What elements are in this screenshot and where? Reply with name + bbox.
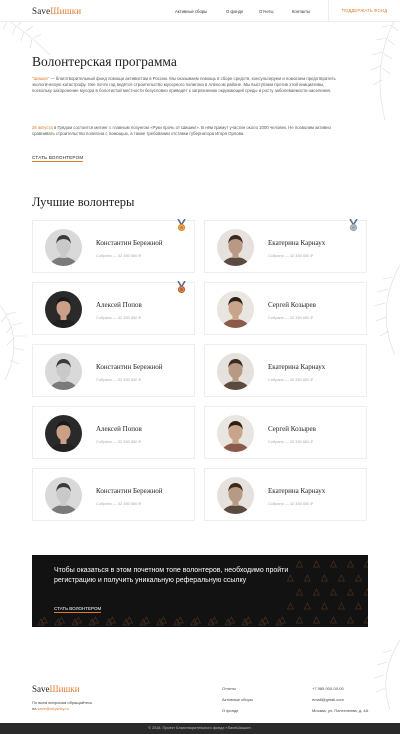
volunteer-name: Константин Бережной bbox=[96, 363, 163, 371]
fir-branch-decoration bbox=[370, 10, 400, 120]
nav-reports[interactable]: Отчеты bbox=[259, 9, 273, 14]
page-title: Волонтерская программа bbox=[32, 54, 177, 69]
volunteer-name: Сергей Козырев bbox=[268, 301, 316, 309]
footer-logo[interactable]: SaveШишки bbox=[32, 684, 80, 694]
volunteer-raised: Собрано — 32 350 650 ₽ bbox=[268, 439, 313, 444]
support-fund-button[interactable]: ПОДДЕРЖАТЬ ФОНД bbox=[328, 0, 400, 22]
brand-mention: "Шишки" bbox=[32, 76, 50, 81]
intro-paragraph-1: "Шишки" — благотворительный фонд помощи … bbox=[32, 76, 342, 95]
footer-logo-save: Save bbox=[32, 684, 50, 694]
footer-link-about[interactable]: О фонде bbox=[222, 708, 239, 713]
banner-text: Чтобы оказаться в этом почетном топе вол… bbox=[54, 567, 289, 584]
footer-address: Москва, ул. Пантелеева, д. 4А bbox=[312, 708, 369, 713]
volunteer-name: Екатерина Карнаух bbox=[268, 487, 326, 495]
volunteer-name: Екатерина Карнаух bbox=[268, 239, 326, 247]
volunteer-card[interactable]: Сергей Козырев Собрано — 32 350 650 ₽ bbox=[204, 406, 367, 459]
nav-active-fundraisers[interactable]: Активные сборы bbox=[175, 9, 207, 14]
footer-link-active-fundraisers[interactable]: Активные сборы bbox=[222, 697, 253, 702]
footer-logo-shishki: Шишки bbox=[49, 684, 80, 694]
volunteer-avatar bbox=[217, 353, 254, 390]
volunteers-title: Лучшие волонтеры bbox=[32, 195, 135, 209]
footer-questions: По всем вопросам обращайтесь bbox=[32, 700, 93, 705]
volunteer-card[interactable]: Екатерина Карнаух Собрано — 32 350 650 ₽ bbox=[204, 344, 367, 397]
volunteer-raised: Собрано — 32 350 650 ₽ bbox=[268, 315, 313, 320]
volunteer-raised: Собрано — 32 350 650 ₽ bbox=[268, 377, 313, 382]
logo-part-shishki: Шишки bbox=[50, 6, 82, 16]
fir-branch-decoration bbox=[373, 640, 400, 710]
footer-phone[interactable]: +7 985 000-00-00 bbox=[312, 686, 344, 691]
volunteer-card[interactable]: Екатерина Карнаух Собрано — 32 350 650 ₽ bbox=[204, 468, 367, 521]
volunteer-avatar bbox=[217, 415, 254, 452]
volunteer-card[interactable]: Константин Бережной Собрано — 32 350 650 … bbox=[32, 344, 195, 397]
volunteer-avatar bbox=[217, 229, 254, 266]
intro-text-1: — благотворительный фонд помощи активист… bbox=[32, 76, 336, 94]
volunteer-raised: Собрано — 32 350 650 ₽ bbox=[96, 439, 141, 444]
volunteer-name: Алексей Попов bbox=[96, 425, 142, 433]
volunteer-avatar bbox=[217, 291, 254, 328]
volunteer-avatar bbox=[45, 229, 82, 266]
volunteer-raised: Собрано — 32 350 650 ₽ bbox=[268, 253, 313, 258]
event-date: 26 августа bbox=[32, 125, 53, 130]
volunteer-card[interactable]: Константин Бережной Собрано — 32 350 650 … bbox=[32, 219, 195, 273]
volunteer-avatar bbox=[45, 291, 82, 328]
intro-paragraph-2: 26 августа в Грядом состоится митинг с г… bbox=[32, 125, 342, 137]
volunteer-card[interactable]: Сергей Козырев Собрано — 32 350 650 ₽ bbox=[204, 282, 367, 335]
volunteer-name: Константин Бережной bbox=[96, 239, 163, 247]
site-header: SaveШишки Активные сборы О фонде Отчеты … bbox=[0, 0, 400, 22]
site-logo[interactable]: SaveШишки bbox=[32, 6, 81, 16]
volunteer-card[interactable]: Алексей Попов Собрано — 32 350 650 ₽ bbox=[32, 406, 195, 459]
banner-become-volunteer-link[interactable]: СТАТЬ ВОЛОНТЕРОМ bbox=[54, 606, 102, 613]
volunteer-raised: Собрано — 32 350 650 ₽ bbox=[96, 253, 141, 258]
footer-email-link[interactable]: save@shyshky.ru bbox=[38, 706, 69, 711]
volunteer-avatar bbox=[45, 477, 82, 514]
volunteer-name: Алексей Попов bbox=[96, 301, 142, 309]
become-volunteer-link[interactable]: СТАТЬ ВОЛОНТЕРОМ bbox=[32, 155, 84, 162]
volunteer-raised: Собрано — 32 350 650 ₽ bbox=[96, 501, 141, 506]
bronze-medal-icon bbox=[177, 281, 186, 294]
volunteer-name: Сергей Козырев bbox=[268, 425, 316, 433]
volunteer-name: Екатерина Карнаух bbox=[268, 363, 326, 371]
volunteer-card[interactable]: Екатерина Карнаух Собрано — 32 350 650 ₽ bbox=[204, 219, 367, 273]
volunteer-raised: Собрано — 32 350 650 ₽ bbox=[96, 377, 141, 382]
silver-medal-icon bbox=[349, 219, 358, 232]
intro-text-2: в Грядом состоится митинг с главным лозу… bbox=[32, 125, 331, 137]
volunteer-avatar bbox=[45, 353, 82, 390]
nav-contacts[interactable]: Контакты bbox=[292, 9, 310, 14]
gold-medal-icon bbox=[177, 219, 186, 232]
footer-mail[interactable]: email@gmail.com bbox=[312, 697, 344, 702]
volunteer-raised: Собрано — 32 350 650 ₽ bbox=[96, 315, 141, 320]
copyright-bar: © 2018. Проект Благотворительного фонда … bbox=[0, 723, 400, 734]
volunteer-card[interactable]: Алексей Попов Собрано — 32 350 650 ₽ bbox=[32, 281, 195, 335]
volunteer-name: Константин Бережной bbox=[96, 487, 163, 495]
volunteer-raised: Собрано — 32 350 650 ₽ bbox=[268, 501, 313, 506]
volunteer-avatar bbox=[45, 415, 82, 452]
nav-about[interactable]: О фонде bbox=[226, 9, 243, 14]
logo-part-save: Save bbox=[32, 6, 51, 16]
referral-banner: Чтобы оказаться в этом почетном топе вол… bbox=[32, 555, 368, 627]
volunteer-card[interactable]: Константин Бережной Собрано — 32 350 650 … bbox=[32, 468, 195, 521]
footer-link-reports[interactable]: Отчеты bbox=[222, 686, 236, 691]
volunteer-avatar bbox=[217, 477, 254, 514]
footer-email-line: на save@shyshky.ru bbox=[32, 706, 69, 711]
